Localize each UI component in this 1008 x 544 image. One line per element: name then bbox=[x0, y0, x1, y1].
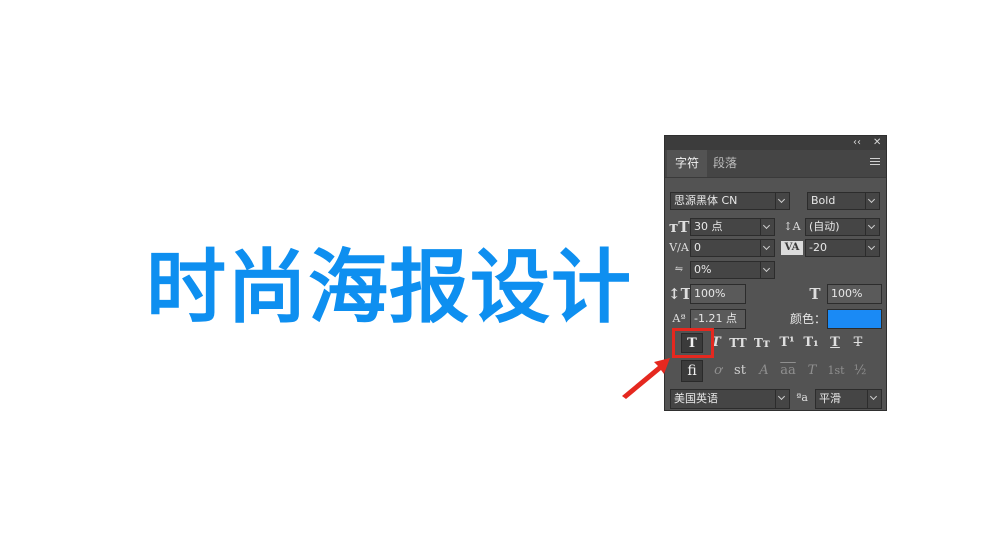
leading-select[interactable]: (自动) bbox=[805, 218, 880, 236]
chevron-down-icon bbox=[760, 219, 774, 235]
spacing-value: 0% bbox=[694, 263, 712, 276]
leading-value: (自动) bbox=[809, 220, 840, 233]
small-caps-button[interactable]: Tт bbox=[751, 333, 773, 353]
close-icon[interactable]: ✕ bbox=[873, 136, 881, 150]
kerning-value: 0 bbox=[694, 241, 701, 254]
horizontal-scale-icon: T bbox=[809, 285, 821, 303]
kerning-icon: V/A bbox=[669, 241, 689, 254]
font-size-select[interactable]: 30 点 bbox=[690, 218, 775, 236]
vertical-scale-input[interactable]: 100% bbox=[690, 284, 746, 304]
language-value: 美国英语 bbox=[674, 392, 718, 405]
fractions-button[interactable]: ½ bbox=[849, 361, 871, 381]
chevron-down-icon bbox=[775, 193, 789, 209]
font-family-value: 思源黑体 CN bbox=[674, 194, 738, 207]
proportional-spacing-select[interactable]: 0% bbox=[690, 261, 775, 279]
pointer-arrow-icon bbox=[622, 358, 670, 399]
kerning-select[interactable]: 0 bbox=[690, 239, 775, 257]
font-style-select[interactable]: Bold bbox=[807, 192, 880, 210]
stylistic-alternates-button[interactable]: aa bbox=[777, 361, 799, 381]
horizontal-scale-value: 100% bbox=[831, 287, 863, 300]
color-label: 颜色： bbox=[790, 312, 827, 326]
font-style-value: Bold bbox=[811, 194, 836, 207]
strikethrough-button[interactable]: T bbox=[847, 333, 869, 353]
tracking-icon: VA bbox=[781, 241, 803, 255]
chevron-down-icon bbox=[760, 240, 774, 256]
baseline-shift-icon: Aª bbox=[672, 312, 686, 325]
panel-tab-bar: 字符 段落 bbox=[665, 150, 886, 178]
antialias-select[interactable]: 平滑 bbox=[815, 389, 882, 409]
tab-character[interactable]: 字符 bbox=[667, 150, 708, 177]
chevron-down-icon bbox=[760, 262, 774, 278]
horizontal-scale-input[interactable]: 100% bbox=[827, 284, 882, 304]
tab-paragraph[interactable]: 段落 bbox=[705, 150, 745, 177]
baseline-shift-value: -1.21 点 bbox=[694, 312, 737, 325]
chevron-down-icon bbox=[865, 240, 879, 256]
ordinals-button[interactable]: 1st bbox=[825, 361, 847, 381]
baseline-shift-input[interactable]: -1.21 点 bbox=[690, 309, 746, 329]
discretionary-ligatures-button[interactable]: st bbox=[729, 361, 751, 381]
faux-bold-highlight-box bbox=[672, 328, 714, 358]
swash-button[interactable]: A bbox=[753, 361, 775, 381]
antialias-value: 平滑 bbox=[819, 392, 841, 405]
antialias-icon: ªa bbox=[796, 391, 808, 404]
vertical-scale-value: 100% bbox=[694, 287, 726, 300]
poster-headline: 时尚海报设计 bbox=[146, 243, 632, 333]
tracking-value: -20 bbox=[809, 241, 827, 254]
tracking-select[interactable]: -20 bbox=[805, 239, 880, 257]
panel-menu-icon[interactable] bbox=[870, 158, 880, 168]
character-panel: ‹‹ ✕ 字符 段落 思源黑体 CN Bold ᴛT 30 点 ↕A (自动) … bbox=[664, 135, 887, 411]
superscript-button[interactable]: T¹ bbox=[776, 333, 798, 353]
subscript-button[interactable]: T₁ bbox=[800, 333, 822, 353]
font-family-select[interactable]: 思源黑体 CN bbox=[670, 192, 790, 210]
language-select[interactable]: 美国英语 bbox=[670, 389, 790, 409]
font-size-value: 30 点 bbox=[694, 220, 723, 233]
underline-button[interactable]: T bbox=[824, 333, 846, 353]
spacing-icon: ⇋ bbox=[674, 264, 684, 275]
standard-ligatures-button[interactable]: fi bbox=[681, 360, 703, 382]
font-size-icon: ᴛT bbox=[669, 218, 690, 236]
chevron-down-icon bbox=[865, 193, 879, 209]
text-color-swatch[interactable] bbox=[827, 309, 882, 329]
chevron-down-icon bbox=[865, 219, 879, 235]
titling-alternates-button[interactable]: T bbox=[801, 361, 823, 381]
chevron-down-icon bbox=[867, 390, 881, 408]
panel-title-bar: ‹‹ ✕ bbox=[665, 136, 886, 150]
chevron-down-icon bbox=[775, 390, 789, 408]
leading-icon: ↕A bbox=[783, 220, 801, 233]
vertical-scale-icon: ↕T bbox=[668, 285, 692, 303]
all-caps-button[interactable]: TT bbox=[727, 333, 749, 353]
collapse-icon[interactable]: ‹‹ bbox=[853, 136, 861, 150]
contextual-alternates-button[interactable]: ơ bbox=[707, 361, 729, 381]
